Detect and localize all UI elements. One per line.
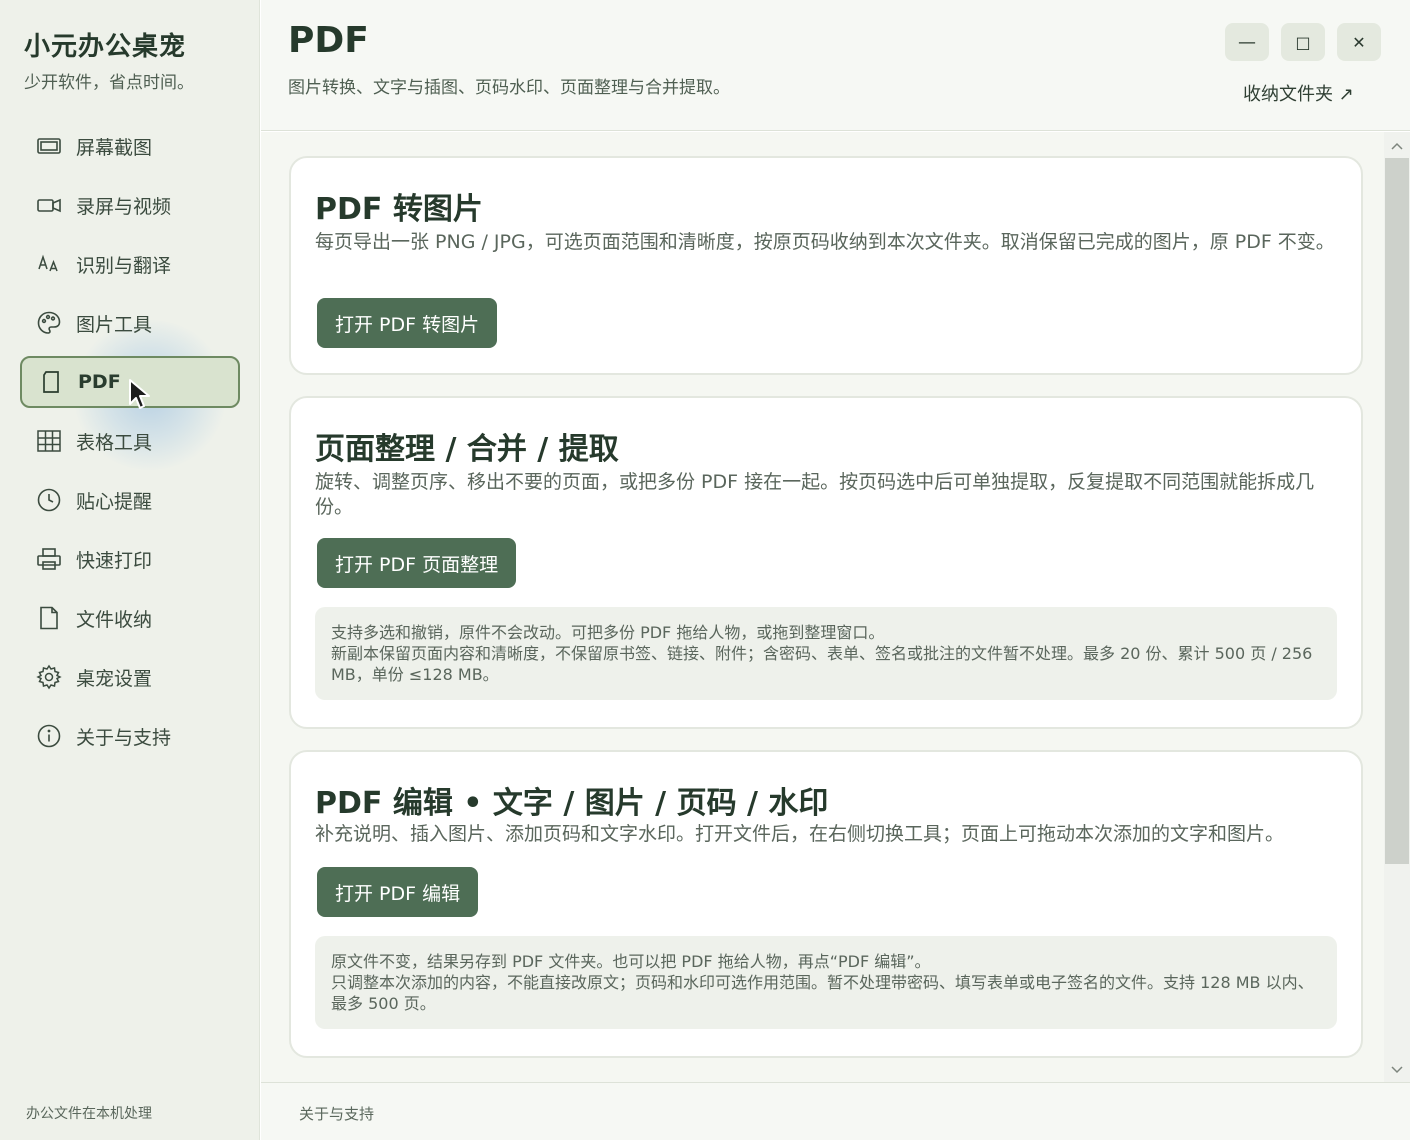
page-header: PDF 图片转换、文字与插图、页码水印、页面整理与合并提取。 — □ ✕ 收纳文…	[261, 0, 1410, 131]
vertical-scrollbar[interactable]	[1384, 132, 1410, 1082]
sidebar-item-label: 桌宠设置	[76, 667, 153, 690]
grid-icon	[36, 428, 62, 454]
card-page-organize: 页面整理 / 合并 / 提取 旋转、调整页序、移出不要的页面，或把多份 PDF …	[289, 396, 1363, 729]
video-camera-icon	[36, 192, 62, 218]
sidebar-item-screenshot[interactable]: 屏幕截图	[20, 120, 240, 172]
screenshot-icon	[36, 133, 62, 159]
note-line: 只调整本次添加的内容，不能直接改原文；页码和水印可选作用范围。暂不处理带密码、填…	[331, 973, 1314, 1013]
sidebar-item-label: 图片工具	[76, 313, 153, 336]
card-description: 每页导出一张 PNG / JPG，可选页面范围和清晰度，按原页码收纳到本次文件夹…	[315, 231, 1335, 253]
sidebar-item-video[interactable]: 录屏与视频	[20, 179, 240, 231]
about-support-link[interactable]: 关于与支持	[299, 1103, 374, 1124]
storage-folder-link[interactable]: 收纳文件夹 ↗	[1243, 80, 1354, 106]
info-icon	[36, 723, 62, 749]
bottom-bar: 关于与支持	[261, 1082, 1410, 1140]
sidebar: 小元办公桌宠 少开软件，省点时间。 屏幕截图 录屏与视频 识别与翻译 图片工具	[0, 0, 260, 1140]
close-button[interactable]: ✕	[1337, 23, 1381, 61]
app-title: 小元办公桌宠	[24, 32, 187, 62]
sidebar-item-reminder[interactable]: 贴心提醒	[20, 474, 240, 526]
card-pdf-to-image: PDF 转图片 每页导出一张 PNG / JPG，可选页面范围和清晰度，按原页码…	[289, 156, 1363, 375]
palette-icon	[36, 310, 62, 336]
sidebar-item-file-storage[interactable]: 文件收纳	[20, 592, 240, 644]
sidebar-item-translate[interactable]: 识别与翻译	[20, 238, 240, 290]
sidebar-item-image-tools[interactable]: 图片工具	[20, 297, 240, 349]
card-title: PDF 编辑 • 文字 / 图片 / 页码 / 水印	[315, 786, 829, 821]
card-note: 支持多选和撤销，原件不会改动。可把多份 PDF 拖给人物，或拖到整理窗口。 新副…	[315, 607, 1337, 700]
gear-icon	[36, 664, 62, 690]
sidebar-item-label: 屏幕截图	[76, 136, 153, 159]
card-description: 补充说明、插入图片、添加页码和文字水印。打开文件后，在右侧切换工具；页面上可拖动…	[315, 823, 1285, 845]
card-title: 页面整理 / 合并 / 提取	[315, 432, 619, 467]
clock-icon	[36, 487, 62, 513]
sidebar-item-settings[interactable]: 桌宠设置	[20, 651, 240, 703]
note-line: 支持多选和撤销，原件不会改动。可把多份 PDF 拖给人物，或拖到整理窗口。	[331, 623, 885, 642]
page-description: 图片转换、文字与插图、页码水印、页面整理与合并提取。	[288, 78, 730, 98]
card-description: 旋转、调整页序、移出不要的页面，或把多份 PDF 接在一起。按页码选中后可单独提…	[315, 471, 1315, 518]
printer-icon	[36, 546, 62, 572]
scroll-up-icon[interactable]	[1384, 134, 1410, 158]
sidebar-item-label: 识别与翻译	[76, 254, 172, 277]
page-title: PDF	[288, 20, 369, 61]
sidebar-footer: 办公文件在本机处理	[26, 1106, 152, 1122]
sidebar-item-label: 表格工具	[76, 431, 153, 454]
sidebar-item-label: 文件收纳	[76, 608, 153, 631]
sidebar-item-label: 关于与支持	[76, 726, 172, 749]
open-pdf-to-image-button[interactable]: 打开 PDF 转图片	[317, 298, 498, 348]
card-note: 原文件不变，结果另存到 PDF 文件夹。也可以把 PDF 拖给人物，再点“PDF…	[315, 936, 1337, 1029]
card-title: PDF 转图片	[315, 192, 483, 227]
main-content: PDF 转图片 每页导出一张 PNG / JPG，可选页面范围和清晰度，按原页码…	[261, 132, 1384, 1082]
open-pdf-edit-button[interactable]: 打开 PDF 编辑	[317, 867, 479, 917]
translate-icon	[36, 251, 62, 277]
mouse-cursor-icon	[129, 379, 150, 409]
sidebar-item-about[interactable]: 关于与支持	[20, 710, 240, 762]
sidebar-item-table-tools[interactable]: 表格工具	[20, 415, 240, 467]
note-line: 新副本保留页面内容和清晰度，不保留原书签、链接、附件；含密码、表单、签名或批注的…	[331, 644, 1313, 684]
open-page-organize-button[interactable]: 打开 PDF 页面整理	[317, 538, 517, 588]
card-pdf-edit: PDF 编辑 • 文字 / 图片 / 页码 / 水印 补充说明、插入图片、添加页…	[289, 750, 1363, 1058]
document-icon	[38, 369, 64, 395]
scroll-down-icon[interactable]	[1384, 1058, 1410, 1082]
sidebar-item-label: 录屏与视频	[76, 195, 172, 218]
note-line: 原文件不变，结果另存到 PDF 文件夹。也可以把 PDF 拖给人物，再点“PDF…	[331, 952, 931, 971]
minimize-button[interactable]: —	[1225, 23, 1269, 61]
scrollbar-thumb[interactable]	[1385, 158, 1409, 864]
file-icon	[36, 605, 62, 631]
sidebar-item-print[interactable]: 快速打印	[20, 533, 240, 585]
sidebar-item-label: 贴心提醒	[76, 490, 153, 513]
sidebar-item-label: PDF	[78, 371, 121, 393]
app-subtitle: 少开软件，省点时间。	[24, 73, 194, 93]
sidebar-item-label: 快速打印	[76, 549, 153, 572]
maximize-button[interactable]: □	[1281, 23, 1325, 61]
